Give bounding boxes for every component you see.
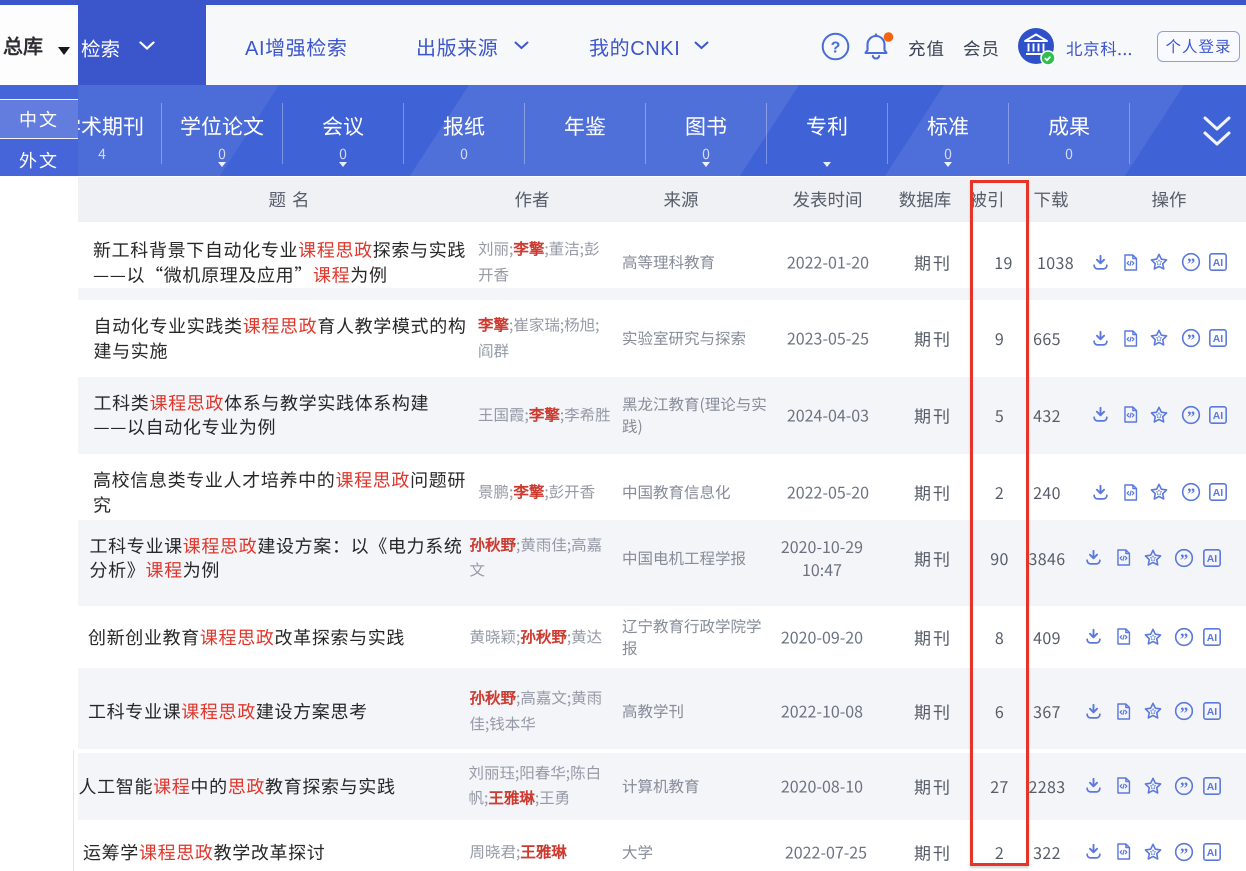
svg-text:AI: AI (1206, 553, 1217, 564)
svg-text:”: ” (1180, 550, 1188, 568)
svg-text:”: ” (1180, 629, 1188, 647)
svg-text:?: ? (831, 40, 841, 57)
svg-text:AI: AI (1206, 847, 1217, 858)
svg-text:AI: AI (1206, 781, 1217, 792)
svg-text:”: ” (1186, 407, 1194, 425)
svg-text:AI: AI (1213, 258, 1224, 269)
svg-text:AI: AI (1213, 334, 1224, 345)
svg-text:AI: AI (1213, 488, 1224, 499)
svg-text:”: ” (1186, 331, 1194, 349)
svg-text:”: ” (1180, 778, 1188, 796)
svg-text:AI: AI (1206, 707, 1217, 718)
svg-text:AI: AI (1213, 410, 1224, 421)
svg-text:”: ” (1186, 255, 1194, 273)
svg-text:”: ” (1180, 844, 1188, 862)
svg-text:AI: AI (1206, 632, 1217, 643)
svg-text:”: ” (1186, 485, 1194, 503)
svg-text:”: ” (1180, 704, 1188, 722)
